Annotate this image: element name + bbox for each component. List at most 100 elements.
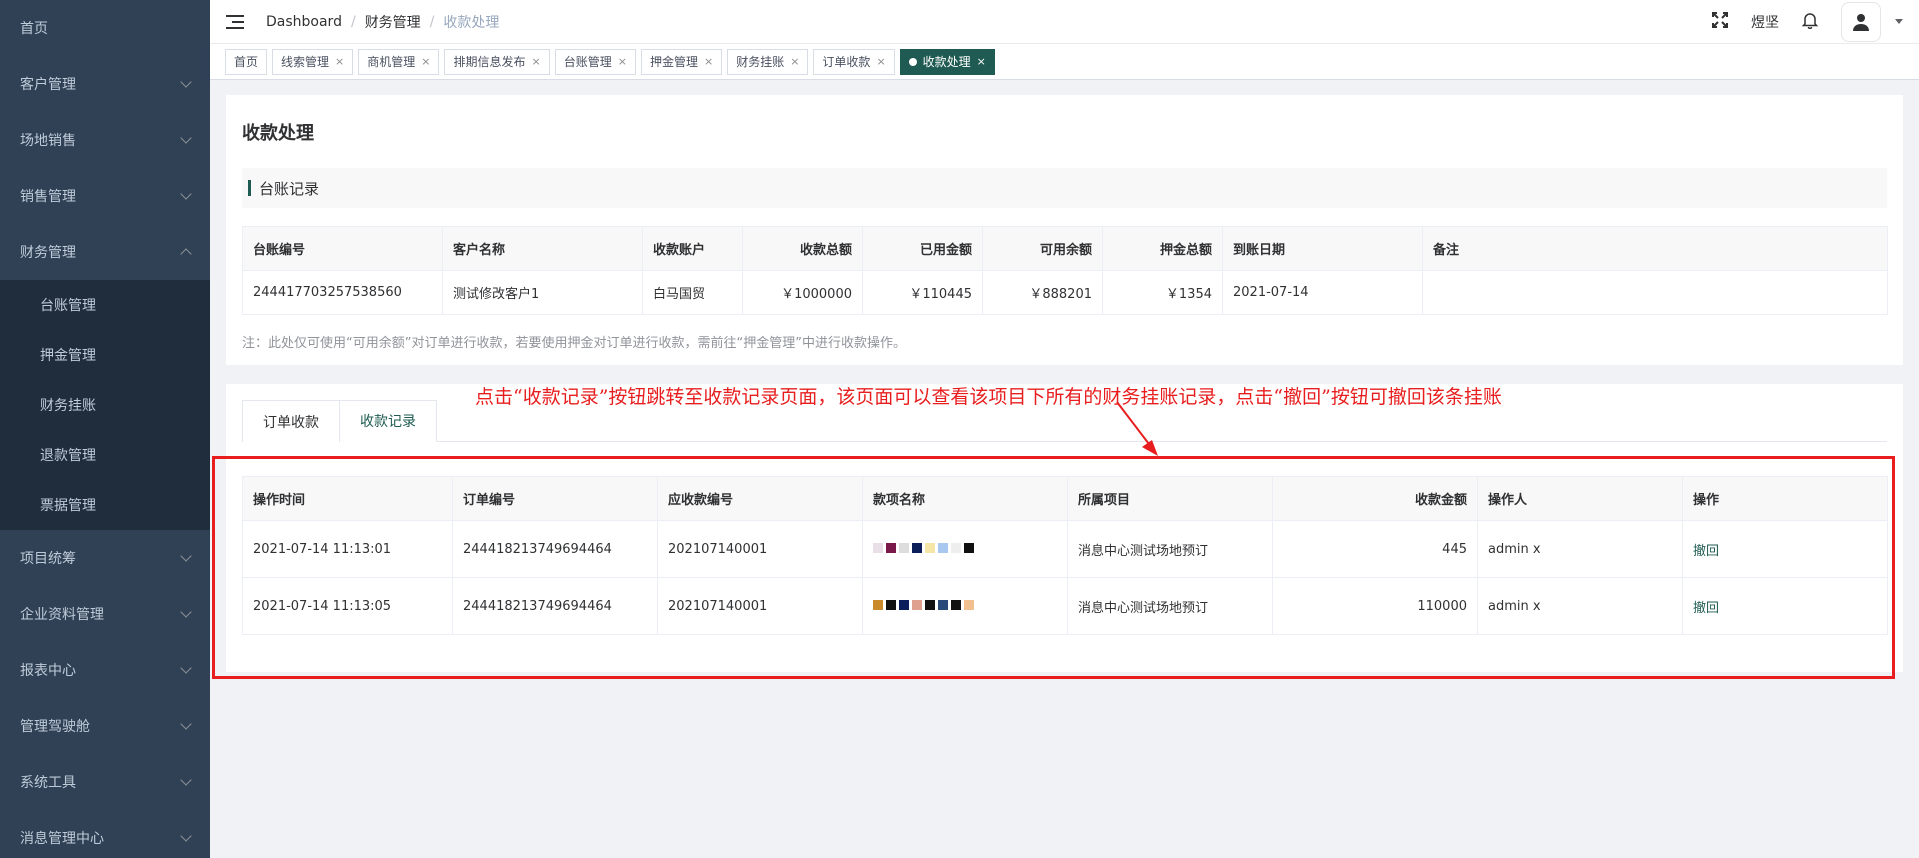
tag-label: 押金管理 bbox=[649, 55, 698, 69]
chevron-down-icon bbox=[180, 606, 192, 618]
sidebar-item-customer[interactable]: 客户管理 bbox=[0, 56, 210, 112]
sidebar-subitem-invoice[interactable]: 票据管理 bbox=[0, 480, 210, 530]
column-header: 到账日期 bbox=[1222, 226, 1423, 271]
tag-opportunities[interactable]: 商机管理 × bbox=[358, 48, 440, 75]
sidebar-item-cockpit[interactable]: 管理驾驶舱 bbox=[0, 698, 210, 754]
column-header: 台账编号 bbox=[242, 226, 443, 271]
ledger-card: 收款处理 台账记录 台账编号 客户名称 收款账户 收款总额 已用金额 可用余额 … bbox=[226, 95, 1903, 365]
close-icon[interactable]: × bbox=[704, 55, 713, 68]
chevron-down-icon bbox=[180, 132, 192, 144]
sidebar-item-finance[interactable]: 财务管理 bbox=[0, 224, 210, 280]
tag-home[interactable]: 首页 bbox=[225, 48, 268, 75]
breadcrumb-separator: / bbox=[350, 13, 356, 30]
tab-order-collection[interactable]: 订单收款 bbox=[242, 400, 340, 442]
section-accent-bar bbox=[248, 180, 251, 196]
chevron-down-icon bbox=[180, 662, 192, 674]
annotation-text: 点击“收款记录”按钮跳转至收款记录页面，该页面可以查看该项目下所有的财务挂账记录… bbox=[475, 386, 1502, 408]
tag-order-collection[interactable]: 订单收款 × bbox=[813, 48, 895, 75]
close-icon[interactable]: × bbox=[790, 55, 799, 68]
tag-label: 台账管理 bbox=[563, 55, 612, 69]
user-avatar[interactable] bbox=[1841, 1, 1881, 42]
chevron-down-icon bbox=[180, 76, 192, 88]
active-dot-icon bbox=[908, 57, 917, 66]
sidebar-item-label: 场地销售 bbox=[20, 133, 76, 149]
section-title: 台账记录 bbox=[259, 179, 320, 198]
finance-submenu: 台账管理 押金管理 财务挂账 退款管理 票据管理 bbox=[0, 280, 210, 530]
close-icon[interactable]: × bbox=[532, 55, 541, 68]
breadcrumb-separator: / bbox=[429, 13, 435, 30]
username[interactable]: 煜坚 bbox=[1751, 12, 1779, 32]
hamburger-icon[interactable] bbox=[226, 14, 244, 29]
sidebar-item-reports[interactable]: 报表中心 bbox=[0, 642, 210, 698]
tab-collection-records[interactable]: 收款记录 bbox=[340, 400, 437, 442]
sidebar-item-label: 报表中心 bbox=[20, 663, 76, 679]
chevron-up-icon bbox=[180, 248, 192, 260]
column-header: 客户名称 bbox=[442, 226, 643, 271]
tag-label: 财务挂账 bbox=[736, 55, 785, 69]
tag-label: 商机管理 bbox=[367, 55, 416, 69]
tag-label: 订单收款 bbox=[822, 55, 871, 69]
sidebar-subitem-deposit[interactable]: 押金管理 bbox=[0, 330, 210, 380]
table-cell: ￥1354 bbox=[1102, 270, 1223, 315]
caret-down-icon[interactable] bbox=[1895, 19, 1903, 24]
sidebar-item-home[interactable]: 首页 bbox=[0, 0, 210, 56]
sidebar-item-tools[interactable]: 系统工具 bbox=[0, 754, 210, 810]
column-header: 收款总额 bbox=[742, 226, 863, 271]
chevron-down-icon bbox=[180, 830, 192, 842]
column-header: 备注 bbox=[1422, 226, 1888, 271]
table-cell: 测试修改客户1 bbox=[442, 270, 643, 315]
sidebar-subitem-label: 台账管理 bbox=[40, 298, 96, 314]
tag-ledger[interactable]: 台账管理 × bbox=[554, 48, 636, 75]
breadcrumb: Dashboard / 财务管理 / 收款处理 bbox=[266, 12, 499, 32]
chevron-down-icon bbox=[180, 188, 192, 200]
sidebar-item-label: 项目统筹 bbox=[20, 551, 76, 567]
section-header: 台账记录 bbox=[242, 168, 1887, 208]
chevron-down-icon bbox=[180, 550, 192, 562]
sidebar-subitem-label: 财务挂账 bbox=[40, 398, 96, 414]
tag-leads[interactable]: 线索管理 × bbox=[272, 48, 354, 75]
bell-icon[interactable] bbox=[1801, 11, 1819, 33]
close-icon[interactable]: × bbox=[876, 55, 885, 68]
sidebar-item-label: 系统工具 bbox=[20, 775, 76, 791]
tags-view: 首页 线索管理 × 商机管理 × 排期信息发布 × 台账管理 × 押金管理 × 财务挂账 ×… bbox=[210, 44, 1919, 80]
close-icon[interactable]: × bbox=[618, 55, 627, 68]
table-header-row: 台账编号 客户名称 收款账户 收款总额 已用金额 可用余额 押金总额 到账日期 … bbox=[242, 226, 1888, 271]
tag-label: 排期信息发布 bbox=[453, 55, 526, 69]
close-icon[interactable]: × bbox=[977, 55, 986, 68]
sidebar-subitem-refund[interactable]: 退款管理 bbox=[0, 430, 210, 480]
sidebar-item-enterprise[interactable]: 企业资料管理 bbox=[0, 586, 210, 642]
tag-label: 首页 bbox=[234, 55, 259, 69]
page-title: 收款处理 bbox=[242, 123, 314, 144]
table-cell: 244417703257538560 bbox=[242, 270, 443, 315]
close-icon[interactable]: × bbox=[421, 55, 430, 68]
usage-note: 注：此处仅可使用“可用余额”对订单进行收款，若要使用押金对订单进行收款，需前往“… bbox=[242, 336, 906, 351]
sidebar-item-project[interactable]: 项目统筹 bbox=[0, 530, 210, 586]
column-header: 收款账户 bbox=[642, 226, 743, 271]
tag-collection-processing[interactable]: 收款处理 × bbox=[899, 48, 995, 75]
top-navbar: Dashboard / 财务管理 / 收款处理 煜坚 bbox=[210, 0, 1919, 44]
sidebar-subitem-ledger[interactable]: 台账管理 bbox=[0, 280, 210, 330]
sidebar-item-label: 销售管理 bbox=[20, 189, 76, 205]
sidebar-subitem-label: 押金管理 bbox=[40, 348, 96, 364]
sidebar-item-sales[interactable]: 销售管理 bbox=[0, 168, 210, 224]
breadcrumb-item[interactable]: 财务管理 bbox=[365, 12, 421, 32]
sidebar-subitem-on-account[interactable]: 财务挂账 bbox=[0, 380, 210, 430]
table-cell: ￥110445 bbox=[862, 270, 983, 315]
tag-deposit[interactable]: 押金管理 × bbox=[640, 48, 723, 75]
fullscreen-icon[interactable] bbox=[1711, 11, 1729, 33]
table-row: 244417703257538560 测试修改客户1 白马国贸 ￥1000000… bbox=[242, 270, 1888, 315]
tag-schedule[interactable]: 排期信息发布 × bbox=[444, 48, 550, 75]
ledger-table: 台账编号 客户名称 收款账户 收款总额 已用金额 可用余额 押金总额 到账日期 … bbox=[242, 226, 1888, 315]
table-cell bbox=[1422, 270, 1888, 315]
tag-on-account[interactable]: 财务挂账 × bbox=[727, 48, 809, 75]
sidebar-subitem-label: 票据管理 bbox=[40, 498, 96, 514]
chevron-down-icon bbox=[180, 774, 192, 786]
chevron-down-icon bbox=[180, 718, 192, 730]
close-icon[interactable]: × bbox=[335, 55, 344, 68]
sidebar-item-label: 客户管理 bbox=[20, 77, 76, 93]
sidebar-item-messages[interactable]: 消息管理中心 bbox=[0, 810, 210, 858]
sidebar-item-venue-sales[interactable]: 场地销售 bbox=[0, 112, 210, 168]
column-header: 可用余额 bbox=[982, 226, 1103, 271]
breadcrumb-item[interactable]: Dashboard bbox=[266, 14, 342, 30]
table-cell: ￥1000000 bbox=[742, 270, 863, 315]
